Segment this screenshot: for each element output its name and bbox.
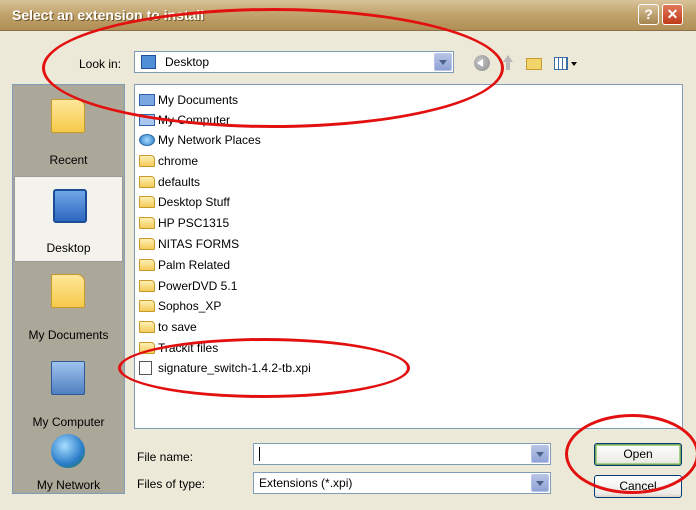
folder-icon xyxy=(139,259,155,271)
chevron-down-icon[interactable] xyxy=(531,474,549,492)
my-documents-icon xyxy=(51,274,85,308)
folder-icon xyxy=(139,321,155,333)
file-name: Sophos_XP xyxy=(158,299,222,313)
place-my-network[interactable]: My Network xyxy=(13,428,124,494)
desktop-icon xyxy=(141,55,156,69)
my-computer-icon xyxy=(139,114,155,126)
place-recent[interactable]: Recent xyxy=(13,87,124,173)
file-name: NITAS FORMS xyxy=(158,237,240,251)
network-globe-icon xyxy=(51,434,85,468)
file-name: chrome xyxy=(158,154,199,168)
file-name: Trackit files xyxy=(158,341,219,355)
file-type-dropdown[interactable]: Extensions (*.xpi) xyxy=(253,472,551,494)
place-label: My Documents xyxy=(28,328,109,342)
chevron-down-icon[interactable] xyxy=(434,53,452,71)
file-name: PowerDVD 5.1 xyxy=(158,279,238,293)
help-button[interactable]: ? xyxy=(638,4,659,25)
close-button[interactable]: ✕ xyxy=(662,4,683,25)
place-label: Desktop xyxy=(46,241,91,255)
folder-icon xyxy=(139,217,155,229)
place-my-documents[interactable]: My Documents xyxy=(13,262,124,348)
place-label: My Computer xyxy=(32,415,105,429)
text-caret xyxy=(259,447,260,461)
file-name-input[interactable] xyxy=(253,443,551,465)
view-menu-arrow-icon[interactable] xyxy=(571,62,577,66)
chevron-down-icon[interactable] xyxy=(531,445,549,463)
folder-icon xyxy=(139,176,155,188)
look-in-label: Look in: xyxy=(79,57,122,71)
file-name: Palm Related xyxy=(158,258,231,272)
file-name: signature_switch-1.4.2-tb.xpi xyxy=(158,361,311,375)
up-folder-icon[interactable] xyxy=(500,55,516,71)
my-computer-icon xyxy=(51,361,85,395)
folder-icon xyxy=(139,342,155,354)
file-name: HP PSC1315 xyxy=(158,216,230,230)
place-label: My Network xyxy=(36,478,101,492)
place-label: Recent xyxy=(49,153,88,167)
cancel-button[interactable]: Cancel xyxy=(594,475,682,498)
file-list[interactable]: My Documents My Computer My Network Plac… xyxy=(134,84,683,429)
desktop-icon xyxy=(53,189,87,223)
open-button[interactable]: Open xyxy=(594,443,682,466)
folder-icon xyxy=(139,280,155,292)
folder-icon xyxy=(139,196,155,208)
place-desktop[interactable]: Desktop xyxy=(14,176,123,262)
file-name: My Network Places xyxy=(158,133,261,147)
folder-icon xyxy=(139,300,155,312)
folder-icon xyxy=(139,155,155,167)
look-in-value: Desktop xyxy=(165,55,210,69)
back-icon[interactable] xyxy=(474,55,490,71)
file-type-value: Extensions (*.xpi) xyxy=(259,476,353,490)
network-places-icon xyxy=(139,134,155,146)
look-in-dropdown[interactable]: Desktop xyxy=(134,51,454,73)
view-menu-icon[interactable] xyxy=(554,57,568,70)
place-my-computer[interactable]: My Computer xyxy=(13,349,124,435)
file-name: Desktop Stuff xyxy=(158,195,230,209)
xpi-file-icon xyxy=(139,361,152,375)
recent-folder-icon xyxy=(51,99,85,133)
file-type-label: Files of type: xyxy=(137,477,206,491)
window-title: Select an extension to install xyxy=(12,7,205,23)
places-bar: Recent Desktop My Documents My Computer … xyxy=(12,84,125,494)
folder-icon xyxy=(139,238,155,250)
file-name-label: File name: xyxy=(137,450,194,464)
file-name: to save xyxy=(158,320,197,334)
new-folder-icon[interactable] xyxy=(526,58,542,70)
file-name: defaults xyxy=(158,175,201,189)
my-documents-icon xyxy=(139,94,155,106)
file-name: My Computer xyxy=(158,113,231,127)
title-bar[interactable]: Select an extension to install ? ✕ xyxy=(0,0,696,31)
file-name: My Documents xyxy=(158,93,239,107)
